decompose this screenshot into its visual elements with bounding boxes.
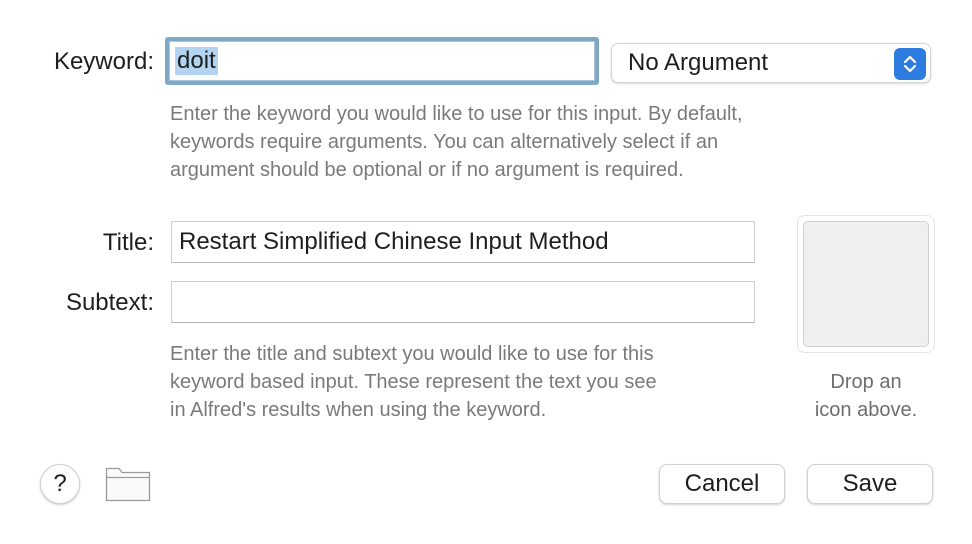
title-label: Title: — [102, 229, 154, 256]
title-input[interactable]: Restart Simplified Chinese Input Method — [171, 221, 755, 263]
icon-drop-caption: Drop an icon above. — [790, 368, 942, 424]
help-button[interactable]: ? — [40, 464, 80, 504]
subtext-input[interactable] — [171, 281, 755, 323]
keyword-input[interactable]: doit — [165, 37, 599, 85]
folder-icon[interactable] — [104, 465, 152, 503]
title-input-value: Restart Simplified Chinese Input Method — [179, 228, 609, 255]
keyword-help-line: keywords require arguments. You can alte… — [170, 131, 719, 153]
argument-mode-select[interactable]: No Argument — [611, 43, 931, 83]
up-down-chevron-icon — [894, 48, 926, 80]
save-button[interactable]: Save — [807, 464, 933, 504]
icon-drop-caption-line: icon above. — [814, 399, 918, 421]
icon-drop-area — [803, 221, 929, 347]
keyword-help-line: Enter the keyword you would like to use … — [170, 103, 743, 125]
title-help-line: in Alfred's results when using the keywo… — [170, 399, 547, 421]
keyword-help-text: Enter the keyword you would like to use … — [170, 100, 870, 184]
keyword-help-line: argument should be optional or if no arg… — [170, 159, 684, 181]
keyword-input-value: doit — [175, 47, 218, 75]
icon-drop-caption-line: Drop an — [830, 371, 902, 393]
title-help-line: keyword based input. These represent the… — [170, 371, 657, 393]
cancel-button[interactable]: Cancel — [659, 464, 785, 504]
title-help-text: Enter the title and subtext you would li… — [170, 340, 770, 424]
subtext-label: Subtext: — [65, 289, 154, 316]
keyword-label: Keyword: — [53, 48, 154, 75]
icon-drop-well[interactable] — [797, 215, 935, 353]
title-help-line: Enter the title and subtext you would li… — [170, 343, 654, 365]
argument-mode-value: No Argument — [628, 49, 769, 76]
